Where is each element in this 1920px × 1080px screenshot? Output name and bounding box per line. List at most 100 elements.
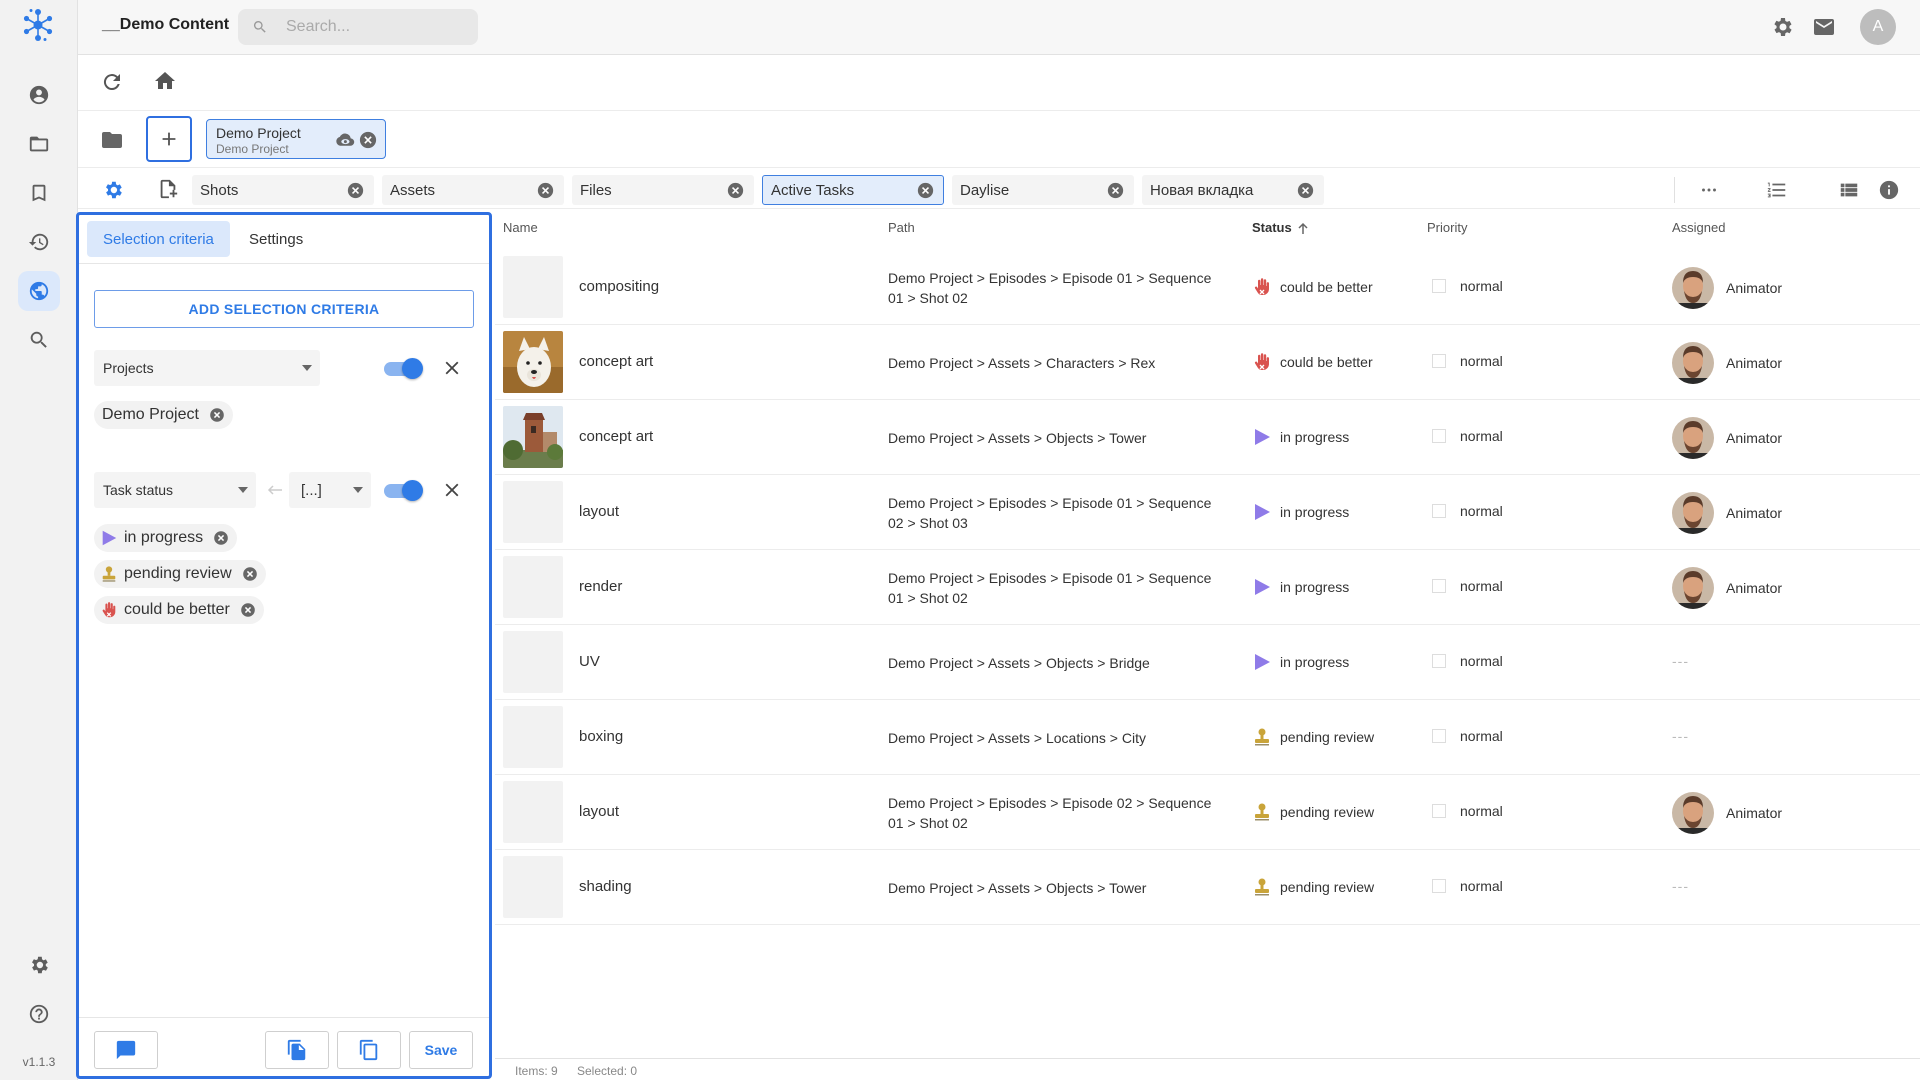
close-tab-icon[interactable]	[347, 182, 364, 199]
priority-checkbox[interactable]	[1432, 879, 1446, 893]
user-avatar[interactable]: A	[1860, 9, 1896, 45]
criteria-operator-select[interactable]: [...]	[289, 472, 371, 508]
tab-active-tasks[interactable]: Active Tasks	[762, 175, 944, 205]
close-tab-icon[interactable]	[1297, 182, 1314, 199]
tab-daylise[interactable]: Daylise	[952, 175, 1134, 205]
priority-checkbox[interactable]	[1432, 429, 1446, 443]
sidebar-item-settings[interactable]	[0, 940, 78, 989]
add-selection-criteria-button[interactable]: ADD SELECTION CRITERIA	[94, 290, 474, 328]
copy-filter-button[interactable]	[265, 1031, 329, 1069]
numbered-list-icon[interactable]	[1766, 179, 1788, 201]
table-row[interactable]: shading Demo Project > Assets > Objects >…	[495, 850, 1920, 925]
priority-cell[interactable]: normal	[1432, 503, 1503, 519]
status-badge[interactable]: could be better	[1252, 352, 1373, 372]
priority-cell[interactable]: normal	[1432, 653, 1503, 669]
remove-criteria-icon[interactable]	[441, 357, 463, 379]
column-header-path[interactable]: Path	[888, 220, 915, 235]
priority-checkbox[interactable]	[1432, 729, 1446, 743]
tab-files[interactable]: Files	[572, 175, 754, 205]
status-badge[interactable]: pending review	[1252, 727, 1374, 747]
remove-value-icon[interactable]	[213, 530, 229, 546]
criteria-field-select[interactable]: Projects	[94, 350, 320, 386]
column-header-name[interactable]: Name	[503, 220, 538, 235]
status-badge[interactable]: in progress	[1252, 577, 1349, 597]
tab-shots[interactable]: Shots	[192, 175, 374, 205]
close-chip-icon[interactable]	[359, 131, 377, 149]
table-row[interactable]: boxing Demo Project > Assets > Locations …	[495, 700, 1920, 775]
sidebar-item-search[interactable]	[0, 315, 78, 364]
remove-criteria-icon[interactable]	[441, 479, 463, 501]
assignee[interactable]: Animator	[1672, 417, 1782, 459]
column-header-assigned[interactable]: Assigned	[1672, 220, 1725, 235]
close-tab-icon[interactable]	[1107, 182, 1124, 199]
table-row[interactable]: render Demo Project > Episodes > Episode …	[495, 550, 1920, 625]
status-badge[interactable]: in progress	[1252, 652, 1349, 672]
info-icon[interactable]	[1878, 179, 1900, 201]
table-row[interactable]: layout Demo Project > Episodes > Episode …	[495, 475, 1920, 550]
refresh-icon[interactable]	[100, 70, 128, 98]
table-view-icon[interactable]	[1838, 179, 1860, 201]
save-button[interactable]: Save	[409, 1031, 473, 1069]
priority-checkbox[interactable]	[1432, 579, 1446, 593]
priority-cell[interactable]: normal	[1432, 353, 1503, 369]
priority-cell[interactable]: normal	[1432, 578, 1503, 594]
priority-cell[interactable]: normal	[1432, 428, 1503, 444]
mail-icon[interactable]	[1812, 15, 1836, 39]
sidebar-item-profile[interactable]	[0, 70, 78, 119]
assignee[interactable]: Animator	[1672, 267, 1782, 309]
status-badge[interactable]: pending review	[1252, 877, 1374, 897]
tab-settings-gear-icon[interactable]	[102, 179, 124, 201]
status-badge[interactable]: pending review	[1252, 802, 1374, 822]
cloud-eye-icon[interactable]	[335, 131, 355, 149]
add-project-button[interactable]	[146, 116, 192, 162]
sidebar-item-projects[interactable]	[0, 119, 78, 168]
status-badge[interactable]: could be better	[1252, 277, 1373, 297]
priority-checkbox[interactable]	[1432, 654, 1446, 668]
priority-checkbox[interactable]	[1432, 354, 1446, 368]
tab-assets[interactable]: Assets	[382, 175, 564, 205]
assignee[interactable]: Animator	[1672, 567, 1782, 609]
priority-checkbox[interactable]	[1432, 504, 1446, 518]
folder-icon[interactable]	[100, 128, 124, 152]
comment-button[interactable]	[94, 1031, 158, 1069]
priority-cell[interactable]: normal	[1432, 728, 1503, 744]
priority-checkbox[interactable]	[1432, 279, 1446, 293]
sidebar-item-history[interactable]	[0, 217, 78, 266]
sidebar-item-help[interactable]	[0, 989, 78, 1038]
sidebar-item-browse[interactable]	[0, 266, 78, 315]
column-header-status[interactable]: Status	[1252, 220, 1310, 236]
table-row[interactable]: concept art Demo Project > Assets > Chara…	[495, 325, 1920, 400]
tab-panel-settings[interactable]: Settings	[233, 221, 319, 257]
close-tab-icon[interactable]	[537, 182, 554, 199]
more-horizontal-icon[interactable]	[1698, 179, 1720, 201]
status-badge[interactable]: in progress	[1252, 427, 1349, 447]
column-header-priority[interactable]: Priority	[1427, 220, 1467, 235]
criteria-field-select[interactable]: Task status	[94, 472, 256, 508]
priority-checkbox[interactable]	[1432, 804, 1446, 818]
assignee[interactable]: Animator	[1672, 492, 1782, 534]
table-row[interactable]: compositing Demo Project > Episodes > Epi…	[495, 250, 1920, 325]
new-tab-file-icon[interactable]	[157, 178, 179, 200]
home-icon[interactable]	[153, 69, 181, 97]
tab-new[interactable]: Новая вкладка	[1142, 175, 1324, 205]
criteria-enabled-toggle[interactable]	[382, 356, 424, 380]
table-row[interactable]: layout Demo Project > Episodes > Episode …	[495, 775, 1920, 850]
table-row[interactable]: UV Demo Project > Assets > Objects > Brid…	[495, 625, 1920, 700]
tab-selection-criteria[interactable]: Selection criteria	[87, 221, 230, 257]
remove-value-icon[interactable]	[240, 602, 256, 618]
search-input[interactable]	[286, 9, 466, 45]
remove-value-icon[interactable]	[209, 407, 225, 423]
close-tab-icon[interactable]	[917, 182, 934, 199]
sidebar-item-bookmarks[interactable]	[0, 168, 78, 217]
priority-cell[interactable]: normal	[1432, 278, 1503, 294]
remove-value-icon[interactable]	[242, 566, 258, 582]
status-badge[interactable]: in progress	[1252, 502, 1349, 522]
assignee[interactable]: Animator	[1672, 792, 1782, 834]
priority-cell[interactable]: normal	[1432, 878, 1503, 894]
close-tab-icon[interactable]	[727, 182, 744, 199]
priority-cell[interactable]: normal	[1432, 803, 1503, 819]
table-row[interactable]: concept art Demo Project > Assets > Objec…	[495, 400, 1920, 475]
duplicate-button[interactable]	[337, 1031, 401, 1069]
app-logo-icon[interactable]	[20, 7, 56, 43]
criteria-enabled-toggle[interactable]	[382, 478, 424, 502]
